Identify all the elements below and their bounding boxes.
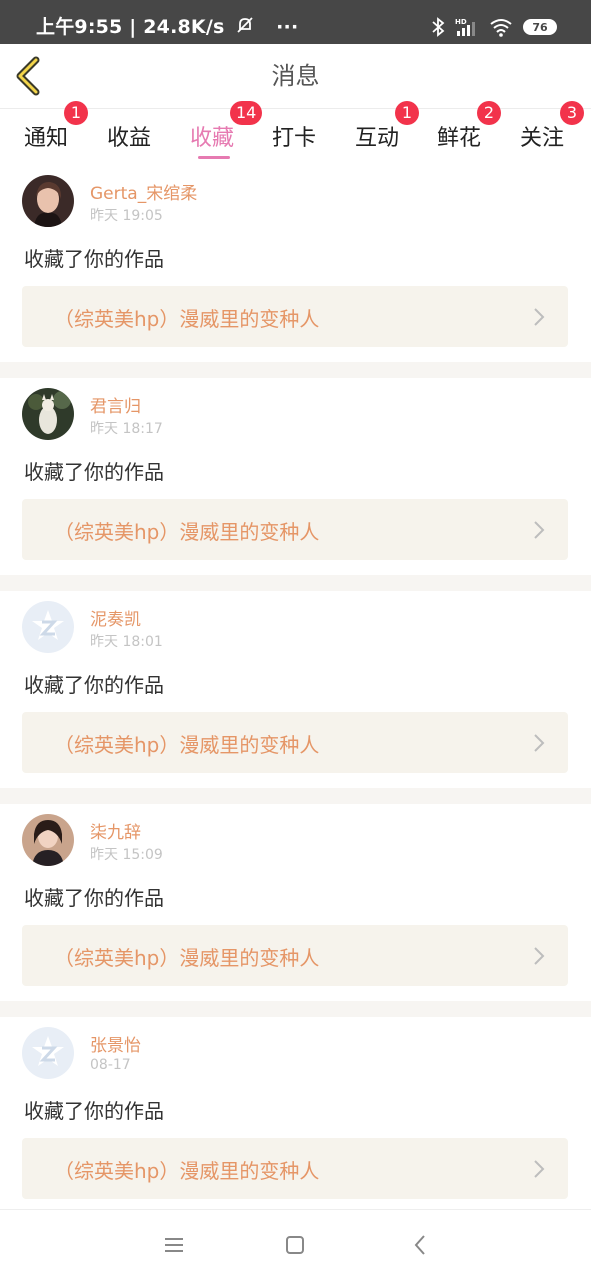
user-name[interactable]: 张景怡: [90, 1031, 141, 1056]
battery-level: 76: [532, 20, 548, 34]
divider: [0, 362, 591, 378]
hd-signal-icon: HD: [455, 18, 475, 36]
user-name[interactable]: 泥奏凯: [90, 605, 141, 630]
timestamp: 昨天 18:17: [90, 421, 163, 437]
work-link[interactable]: （综英美hp）漫威里的变种人: [22, 925, 568, 986]
avatar-portrait-icon: [22, 175, 74, 227]
timestamp: 昨天 18:01: [90, 634, 163, 650]
timestamp: 昨天 19:05: [90, 208, 163, 224]
avatar-portrait-icon: [22, 814, 74, 866]
timestamp: 昨天 15:09: [90, 847, 163, 863]
back-button[interactable]: [10, 54, 54, 98]
work-title: （综英美hp）漫威里的变种人: [54, 307, 320, 331]
page-title: 消息: [271, 62, 320, 90]
avatar[interactable]: [22, 601, 74, 653]
work-title: （综英美hp）漫威里的变种人: [54, 733, 320, 757]
work-title: （综英美hp）漫威里的变种人: [54, 520, 320, 544]
avatar-figure-icon: [22, 388, 74, 440]
tab-label: 收藏: [190, 126, 235, 151]
divider: [0, 1001, 591, 1017]
divider: [0, 575, 591, 591]
mute-bell-icon: [237, 17, 253, 33]
list-item: 柒九辞 昨天 15:09 收藏了你的作品 （综英美hp）漫威里的变种人: [0, 804, 591, 1001]
tab-label: 互动: [355, 126, 400, 151]
status-icons: HD 76: [431, 16, 557, 38]
tab-label: 通知: [24, 126, 69, 151]
timestamp: 08-17: [90, 1057, 131, 1073]
favorites-list: Gerta_宋绾柔 昨天 19:05 收藏了你的作品 （综英美hp）漫威里的变种…: [0, 165, 591, 1214]
home-square-icon[interactable]: [280, 1230, 310, 1260]
tab-bar: 通知 1 收益 收藏 14 打卡 互动 1 鲜花 2 关注 3: [0, 101, 591, 165]
work-link[interactable]: （综英美hp）漫威里的变种人: [22, 712, 568, 773]
default-avatar-icon: [22, 601, 74, 653]
tab-badge: 1: [395, 101, 419, 125]
user-name[interactable]: 柒九辞: [90, 818, 141, 843]
list-item: 泥奏凯 昨天 18:01 收藏了你的作品 （综英美hp）漫威里的变种人: [0, 591, 591, 788]
divider: [0, 788, 591, 804]
list-item: 君言归 昨天 18:17 收藏了你的作品 （综英美hp）漫威里的变种人: [0, 378, 591, 575]
tab-label: 打卡: [272, 126, 317, 151]
list-item: 张景怡 08-17 收藏了你的作品 （综英美hp）漫威里的变种人: [0, 1017, 591, 1214]
action-text: 收藏了你的作品: [24, 673, 164, 697]
svg-text:HD: HD: [455, 18, 467, 26]
status-left: 上午9:55 | 24.8K/s ···: [36, 0, 298, 44]
tab-label: 关注: [520, 126, 565, 151]
bluetooth-icon: [432, 17, 445, 37]
action-text: 收藏了你的作品: [24, 886, 164, 910]
action-text: 收藏了你的作品: [24, 1099, 164, 1123]
work-link[interactable]: （综英美hp）漫威里的变种人: [22, 499, 568, 560]
user-name[interactable]: Gerta_宋绾柔: [90, 179, 197, 204]
action-text: 收藏了你的作品: [24, 460, 164, 484]
active-tab-underline: [198, 156, 230, 159]
back-triangle-icon[interactable]: [405, 1230, 435, 1260]
back-chevron-icon: [16, 56, 40, 96]
work-title: （综英美hp）漫威里的变种人: [54, 1159, 320, 1183]
menu-icon[interactable]: [159, 1230, 189, 1260]
chevron-right-icon: [534, 734, 545, 752]
system-nav-bar: [0, 1209, 591, 1281]
status-bar: 上午9:55 | 24.8K/s ··· HD 76: [0, 0, 591, 44]
work-link[interactable]: （综英美hp）漫威里的变种人: [22, 1138, 568, 1199]
chevron-right-icon: [534, 521, 545, 539]
work-title: （综英美hp）漫威里的变种人: [54, 946, 320, 970]
avatar[interactable]: [22, 814, 74, 866]
work-link[interactable]: （综英美hp）漫威里的变种人: [22, 286, 568, 347]
battery-icon: 76: [523, 19, 557, 35]
wifi-icon: [490, 19, 512, 37]
tab-badge: 1: [64, 101, 88, 125]
avatar[interactable]: [22, 388, 74, 440]
default-avatar-icon: [22, 1027, 74, 1079]
chevron-right-icon: [534, 308, 545, 326]
avatar[interactable]: [22, 1027, 74, 1079]
tab-label: 收益: [107, 126, 152, 151]
avatar[interactable]: [22, 175, 74, 227]
list-item: Gerta_宋绾柔 昨天 19:05 收藏了你的作品 （综英美hp）漫威里的变种…: [0, 165, 591, 362]
user-name[interactable]: 君言归: [90, 392, 141, 417]
tab-badge: 14: [230, 101, 263, 125]
tab-label: 鲜花: [437, 126, 482, 151]
tab-badge: 3: [560, 101, 584, 125]
chevron-right-icon: [534, 1160, 545, 1178]
tab-badge: 2: [477, 101, 501, 125]
action-text: 收藏了你的作品: [24, 247, 164, 271]
header: 消息: [0, 44, 591, 109]
chevron-right-icon: [534, 947, 545, 965]
